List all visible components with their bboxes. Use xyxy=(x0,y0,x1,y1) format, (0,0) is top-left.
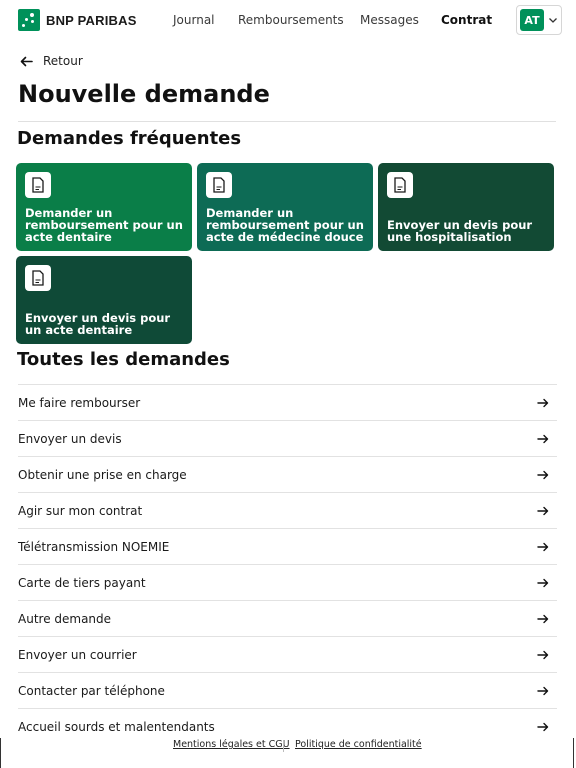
list-item-label: Autre demande xyxy=(18,611,112,626)
footer-separator xyxy=(283,740,284,752)
arrow-right-icon xyxy=(537,398,549,407)
nav-contrat[interactable]: Contrat xyxy=(441,13,492,27)
frequent-card[interactable]: Demander un remboursement pour un acte d… xyxy=(16,163,192,251)
document-icon xyxy=(387,172,413,198)
nav-messages[interactable]: Messages xyxy=(360,13,419,27)
account-menu-button[interactable]: AT xyxy=(516,5,562,35)
arrow-left-icon xyxy=(20,56,33,66)
list-item-label: Agir sur mon contrat xyxy=(18,503,143,518)
arrow-right-icon xyxy=(537,614,549,623)
nav-journal[interactable]: Journal xyxy=(173,13,215,27)
frequent-requests-title: Demandes fréquentes xyxy=(17,128,242,149)
card-label: Demander un remboursement pour un acte d… xyxy=(25,206,183,244)
list-item-label: Envoyer un devis xyxy=(18,431,122,446)
list-item-label: Carte de tiers payant xyxy=(18,575,146,590)
list-item[interactable]: Envoyer un courrier xyxy=(18,636,557,672)
list-item[interactable]: Obtenir une prise en charge xyxy=(18,456,557,492)
frequent-card[interactable]: Demander un remboursement pour un acte d… xyxy=(197,163,373,251)
title-divider xyxy=(18,121,556,122)
bnp-stars-icon xyxy=(18,9,40,31)
arrow-right-icon xyxy=(537,434,549,443)
card-label: Demander un remboursement pour un acte d… xyxy=(206,206,364,244)
list-item[interactable]: Autre demande xyxy=(18,600,557,636)
all-requests-title: Toutes les demandes xyxy=(17,349,230,370)
arrow-right-icon xyxy=(537,722,549,731)
list-item-label: Accueil sourds et malentendants xyxy=(18,719,215,734)
back-link[interactable]: Retour xyxy=(20,54,83,68)
document-icon xyxy=(25,172,51,198)
back-label: Retour xyxy=(43,54,83,68)
arrow-right-icon xyxy=(537,650,549,659)
list-item-label: Contacter par téléphone xyxy=(18,683,165,698)
nav-remboursements[interactable]: Remboursements xyxy=(238,13,344,27)
list-item[interactable]: Télétransmission NOEMIE xyxy=(18,528,557,564)
list-item[interactable]: Carte de tiers payant xyxy=(18,564,557,600)
list-item-label: Envoyer un courrier xyxy=(18,647,137,662)
page-footer: Mentions légales et CGU Politique de con… xyxy=(0,738,576,768)
arrow-right-icon xyxy=(537,470,549,479)
list-item-label: Me faire rembourser xyxy=(18,395,141,410)
avatar: AT xyxy=(520,9,544,31)
privacy-link[interactable]: Politique de confidentialité xyxy=(295,739,422,750)
arrow-right-icon xyxy=(537,542,549,551)
arrow-right-icon xyxy=(537,578,549,587)
frequent-card[interactable]: Envoyer un devis pour un acte dentaire xyxy=(16,256,192,344)
document-icon xyxy=(25,265,51,291)
list-item[interactable]: Agir sur mon contrat xyxy=(18,492,557,528)
card-label: Envoyer un devis pour une hospitalisatio… xyxy=(387,218,533,244)
document-icon xyxy=(206,172,232,198)
top-header: BNP PARIBAS Journal Remboursements Messa… xyxy=(0,0,576,42)
page-title: Nouvelle demande xyxy=(18,80,270,108)
viewport-edge-left xyxy=(0,738,1,768)
card-label: Envoyer un devis pour un acte dentaire xyxy=(25,311,171,337)
list-item[interactable]: Envoyer un devis xyxy=(18,420,557,456)
list-item-label: Télétransmission NOEMIE xyxy=(18,539,170,554)
chevron-down-icon xyxy=(549,18,557,23)
all-requests-list: Me faire rembourser Envoyer un devis Obt… xyxy=(18,384,557,744)
frequent-card[interactable]: Envoyer un devis pour une hospitalisatio… xyxy=(378,163,554,251)
brand-name: BNP PARIBAS xyxy=(46,12,137,28)
brand-logo[interactable]: BNP PARIBAS xyxy=(18,9,137,31)
list-item-label: Obtenir une prise en charge xyxy=(18,467,187,482)
list-item[interactable]: Contacter par téléphone xyxy=(18,672,557,708)
arrow-right-icon xyxy=(537,506,549,515)
arrow-right-icon xyxy=(537,686,549,695)
legal-link[interactable]: Mentions légales et CGU xyxy=(173,739,290,750)
viewport-edge-right xyxy=(573,738,574,768)
list-item[interactable]: Me faire rembourser xyxy=(18,384,557,420)
